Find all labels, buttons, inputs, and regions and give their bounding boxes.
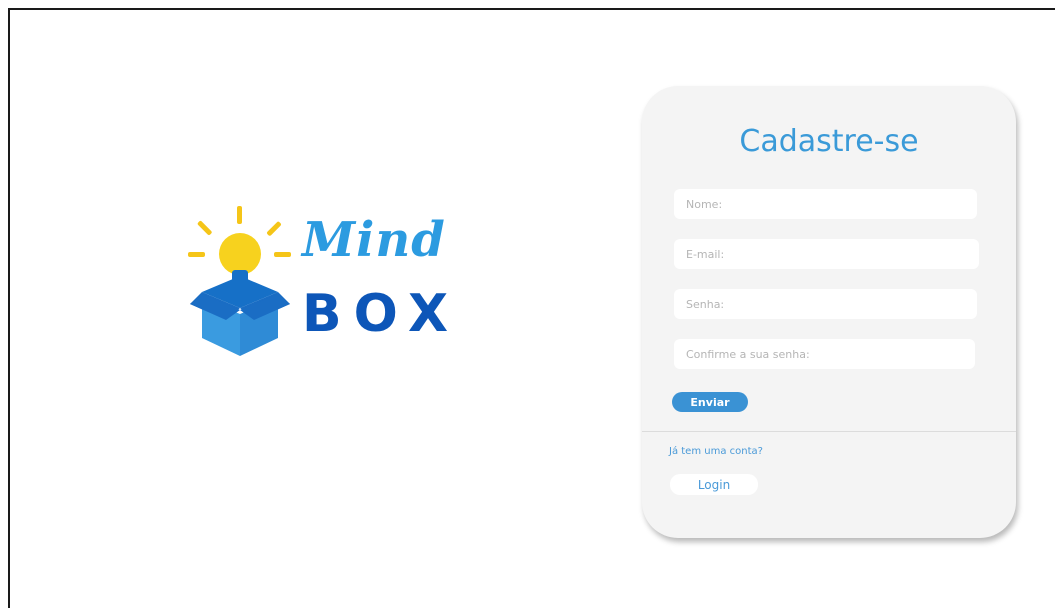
mindbox-logo: Mind BOX bbox=[188, 206, 488, 366]
logo-text-box: BOX bbox=[302, 284, 461, 344]
page-frame: Mind BOX Cadastre-se Enviar Já tem uma c… bbox=[8, 8, 1055, 608]
have-account-link[interactable]: Já tem uma conta? bbox=[669, 446, 763, 457]
signup-card: Cadastre-se Enviar Já tem uma conta? Log… bbox=[642, 86, 1016, 538]
divider bbox=[642, 431, 1016, 432]
confirm-password-field[interactable] bbox=[674, 339, 975, 369]
submit-button[interactable]: Enviar bbox=[672, 392, 748, 412]
email-field[interactable] bbox=[674, 239, 979, 269]
logo-text-mind: Mind bbox=[302, 212, 446, 268]
name-field[interactable] bbox=[674, 189, 977, 219]
password-field[interactable] bbox=[674, 289, 977, 319]
login-button[interactable]: Login bbox=[670, 474, 758, 495]
lightbulb-box-icon bbox=[188, 206, 291, 356]
signup-title: Cadastre-se bbox=[739, 124, 919, 159]
